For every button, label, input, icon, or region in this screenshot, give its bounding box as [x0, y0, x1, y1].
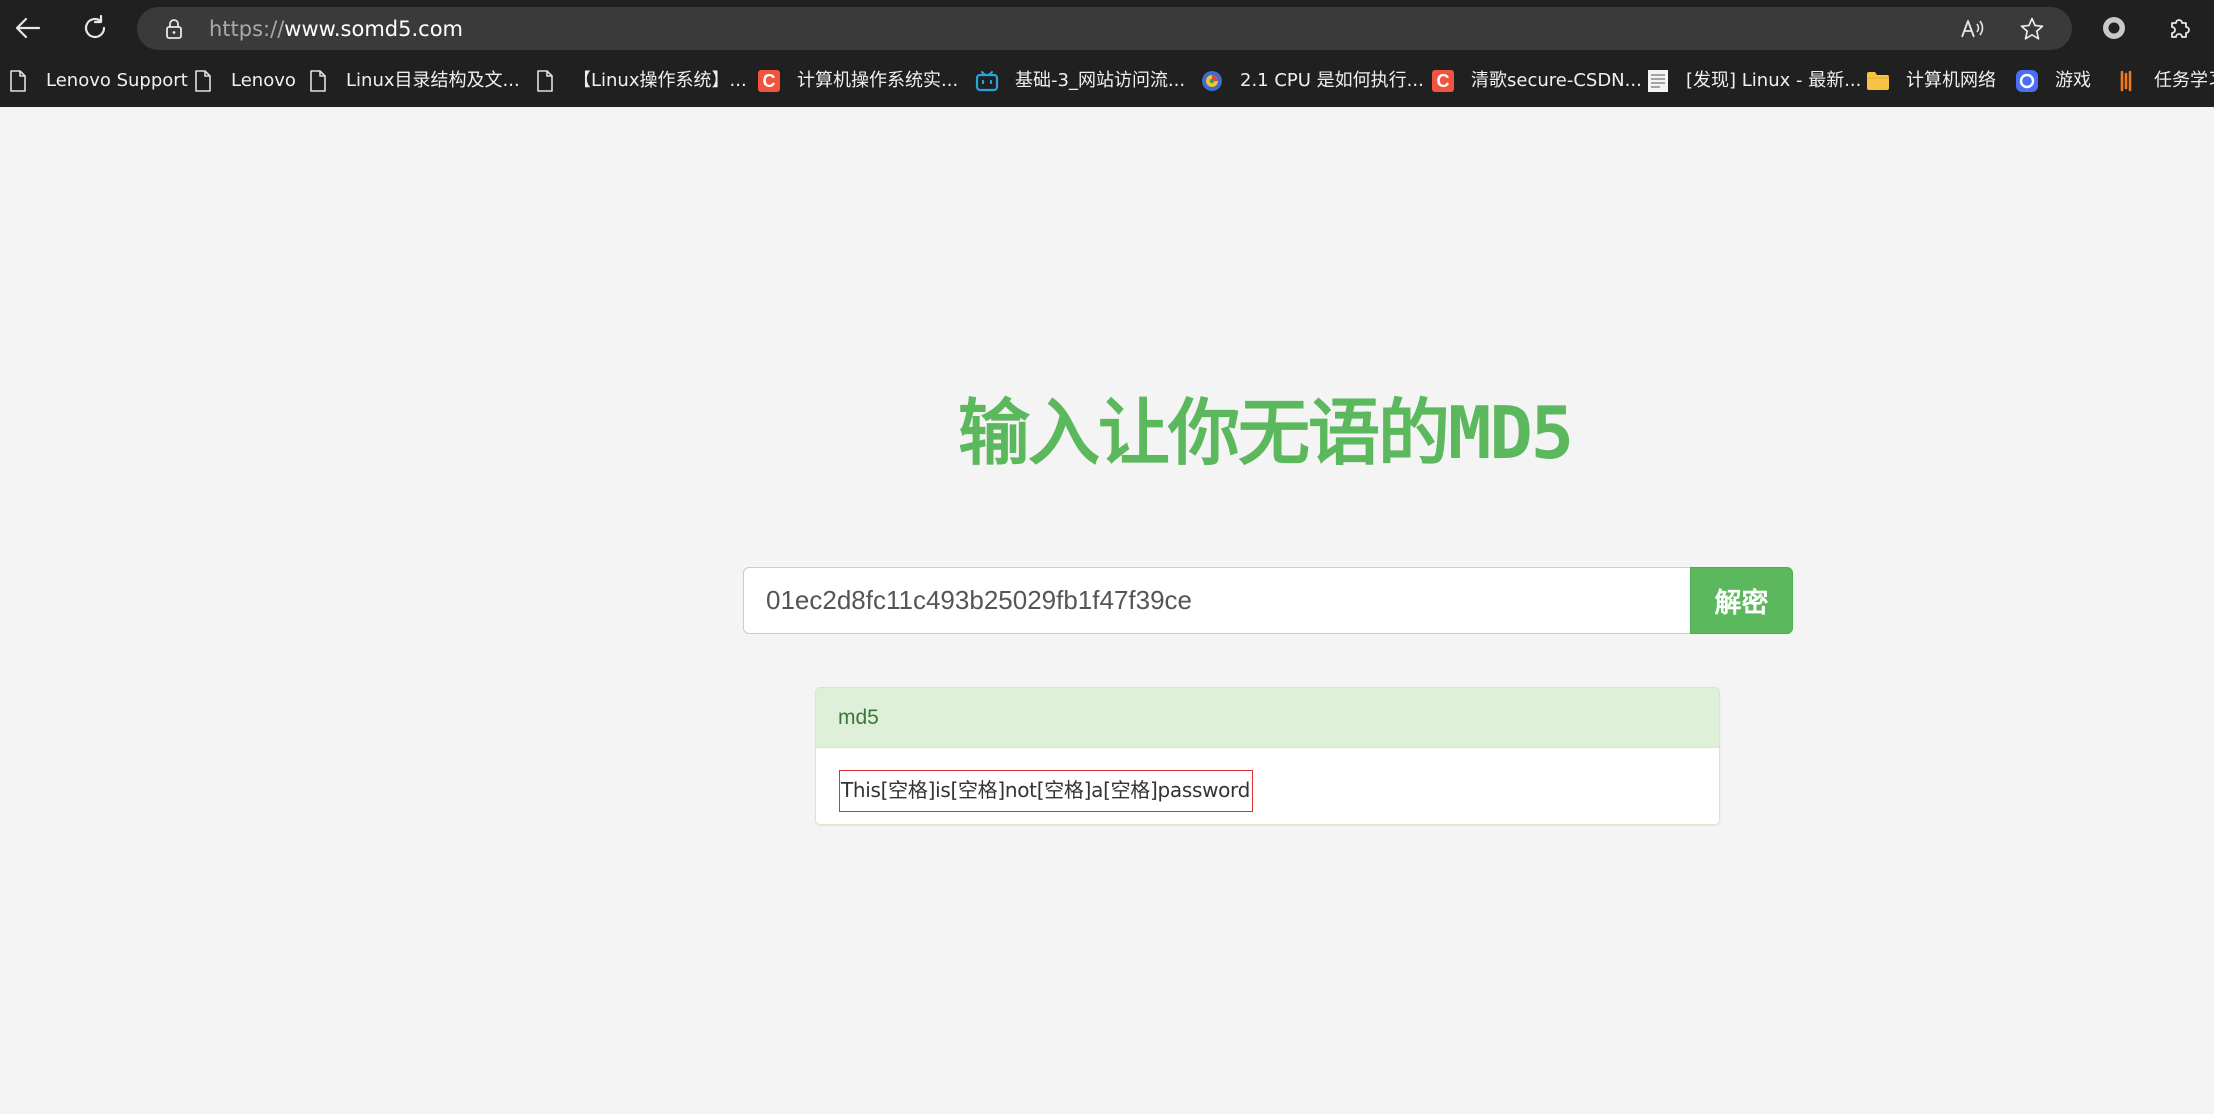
blue-app-icon	[2015, 69, 2039, 93]
bookmark-label: 任务学习	[2154, 70, 2214, 91]
result-panel: md5 This[空格]is[空格]not[空格]a[空格]password	[815, 687, 1720, 825]
folder-icon	[1866, 69, 1890, 93]
page-icon	[191, 69, 215, 93]
bookmark-label: Lenovo	[231, 70, 296, 91]
lock-icon[interactable]	[162, 17, 186, 41]
result-text: This[空格]is[空格]not[空格]a[空格]password	[839, 770, 1253, 812]
bookmark-label: Lenovo Support	[46, 70, 188, 91]
refresh-icon[interactable]	[73, 6, 117, 50]
page-icon	[306, 69, 330, 93]
bookmark-label: 计算机网络	[1906, 70, 1996, 91]
bilibili-tv-icon	[975, 69, 999, 93]
bookmark-cpu[interactable]: 2.1 CPU 是如何执行...	[1200, 65, 1424, 97]
bookmark-label: 基础-3_网站访问流...	[1015, 70, 1186, 91]
browser-toolbar: https://www.somd5.com	[0, 0, 2214, 56]
puzzle-icon[interactable]	[2162, 10, 2198, 46]
bookmark-label: 【Linux操作系统】...	[573, 70, 747, 91]
orange-app-icon	[2114, 69, 2138, 93]
read-aloud-icon[interactable]	[1958, 15, 1986, 43]
star-icon[interactable]	[2018, 15, 2046, 43]
bookmark-website-access[interactable]: 基础-3_网站访问流...	[975, 65, 1185, 97]
bookmark-label: 2.1 CPU 是如何执行...	[1240, 70, 1424, 91]
bookmark-label: 游戏	[2055, 70, 2091, 91]
bookmark-discover-linux[interactable]: [发现] Linux - 最新...	[1646, 65, 1861, 97]
md5-search-input[interactable]	[743, 567, 1690, 634]
csdn-c-icon: C	[1431, 69, 1455, 93]
bookmark-games[interactable]: 游戏	[2015, 65, 2091, 97]
address-bar[interactable]: https://www.somd5.com	[137, 7, 2072, 50]
bookmark-label: Linux目录结构及文...	[346, 70, 520, 91]
circle-icon[interactable]	[2096, 10, 2132, 46]
url-text[interactable]: https://www.somd5.com	[209, 16, 463, 42]
bookmarks-bar: Lenovo Support Lenovo Linux目录结构及文... 【Li…	[0, 56, 2214, 107]
bookmark-os-lab[interactable]: C 计算机操作系统实...	[757, 65, 958, 97]
url-scheme: https://	[209, 17, 285, 41]
back-arrow-icon[interactable]	[6, 6, 50, 50]
bookmark-task-learning[interactable]: 任务学习	[2114, 65, 2214, 97]
bookmark-label: 计算机操作系统实...	[797, 70, 959, 91]
bookmark-linux-dir[interactable]: Linux目录结构及文...	[306, 65, 520, 97]
bookmark-lenovo-support[interactable]: Lenovo Support	[6, 65, 188, 97]
bookmark-linux-os[interactable]: 【Linux操作系统】...	[533, 65, 747, 97]
bookmark-secure-csdn[interactable]: C 清歌secure-CSDN...	[1431, 65, 1642, 97]
result-panel-body: This[空格]is[空格]not[空格]a[空格]password	[816, 748, 1719, 824]
bookmark-folder-network[interactable]: 计算机网络	[1866, 65, 1996, 97]
colorful-logo-icon	[1200, 69, 1224, 93]
csdn-c-icon: C	[757, 69, 781, 93]
document-icon	[1646, 69, 1670, 93]
bookmark-label: [发现] Linux - 最新...	[1686, 70, 1862, 91]
page-icon	[6, 69, 30, 93]
bookmark-label: 清歌secure-CSDN...	[1471, 70, 1642, 91]
bookmark-lenovo[interactable]: Lenovo	[191, 65, 296, 97]
decrypt-button[interactable]: 解密	[1690, 567, 1793, 634]
result-panel-header: md5	[816, 688, 1719, 748]
page-icon	[533, 69, 557, 93]
url-host: www.somd5.com	[284, 17, 464, 41]
page-title: 输入让你无语的MD5	[957, 391, 1574, 475]
